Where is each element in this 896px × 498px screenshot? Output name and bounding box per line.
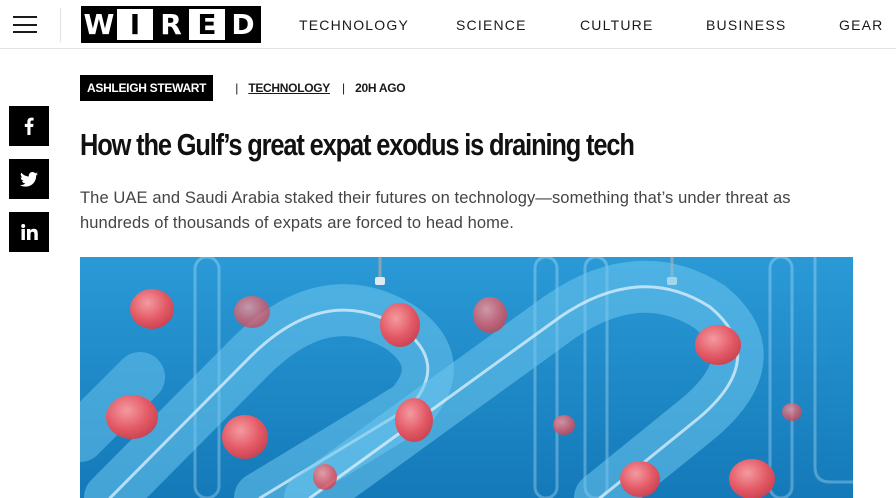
share-linkedin-button[interactable] — [9, 212, 49, 252]
share-facebook-button[interactable] — [9, 106, 49, 146]
logo-letter: I — [117, 6, 153, 43]
article-headline: How the Gulf’s great expat exodus is dra… — [80, 127, 635, 162]
nav-item-technology[interactable]: TECHNOLOGY — [299, 17, 409, 33]
facebook-icon — [24, 117, 34, 135]
hero-image — [80, 257, 853, 498]
article-dek: The UAE and Saudi Arabia staked their fu… — [80, 189, 791, 232]
byline-separator: | — [342, 81, 346, 95]
category-link[interactable]: TECHNOLOGY — [248, 81, 330, 95]
nav-item-gear[interactable]: GEAR — [839, 17, 883, 33]
logo-letter: D — [225, 6, 261, 43]
hero-illustration — [80, 257, 853, 498]
linkedin-icon — [20, 224, 38, 240]
author-name[interactable]: ASHLEIGH STEWART — [80, 75, 214, 101]
logo-letter: E — [189, 6, 225, 43]
wired-logo[interactable]: W I R E D — [81, 6, 261, 43]
nav-item-culture[interactable]: CULTURE — [580, 17, 653, 33]
site-header: W I R E D TECHNOLOGY SCIENCE CULTURE BUS… — [0, 0, 896, 49]
header-divider — [60, 8, 61, 42]
byline-separator: | — [235, 81, 239, 95]
byline: ASHLEIGH STEWART | TECHNOLOGY | 20H AGO — [80, 75, 406, 101]
logo-letter: W — [81, 6, 117, 43]
twitter-icon — [20, 171, 38, 187]
hamburger-menu-icon[interactable] — [13, 16, 37, 33]
nav-item-business[interactable]: BUSINESS — [706, 17, 786, 33]
logo-letter: R — [153, 6, 189, 43]
publish-time: 20H AGO — [355, 81, 406, 95]
share-twitter-button[interactable] — [9, 159, 49, 199]
nav-item-science[interactable]: SCIENCE — [456, 17, 527, 33]
